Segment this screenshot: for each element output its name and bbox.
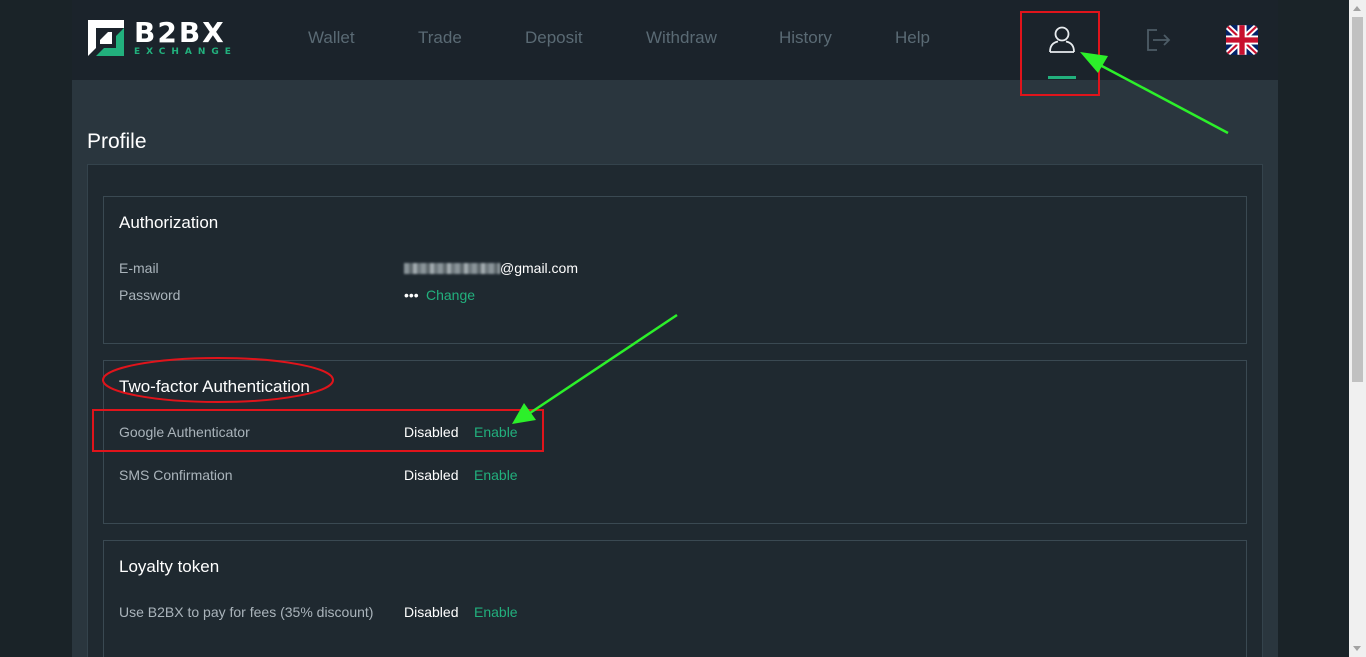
loyalty-fee-label: Use B2BX to pay for fees (35% discount) (119, 604, 374, 620)
scrollbar-thumb[interactable] (1352, 17, 1363, 382)
b2bx-logo-icon (88, 20, 124, 56)
email-domain: @gmail.com (500, 260, 579, 276)
nav-help[interactable]: Help (895, 28, 930, 48)
brand-name: B2BX (134, 16, 226, 49)
scroll-down-arrow-icon[interactable] (1353, 646, 1361, 651)
sms-confirmation-label: SMS Confirmation (119, 467, 233, 483)
nav-deposit[interactable]: Deposit (525, 28, 583, 48)
nav-withdraw[interactable]: Withdraw (646, 28, 717, 48)
brand-tagline: EXCHANGE (134, 47, 237, 57)
password-label: Password (119, 287, 181, 303)
redacted-email-blur (404, 263, 500, 274)
loyalty-title: Loyalty token (119, 557, 220, 576)
change-password-link[interactable]: Change (426, 287, 475, 303)
sms-confirmation-status: Disabled (404, 467, 459, 483)
nav-trade[interactable]: Trade (418, 28, 462, 48)
two-factor-title: Two-factor Authentication (119, 377, 310, 396)
brand-logo[interactable]: B2BX EXCHANGE (88, 16, 237, 57)
loyalty-fee-status: Disabled (404, 604, 459, 620)
loyalty-card: Loyalty token Use B2BX to pay for fees (… (103, 540, 1247, 657)
email-label: E-mail (119, 260, 159, 276)
vertical-scrollbar[interactable] (1349, 0, 1366, 657)
authorization-card: Authorization E-mail @gmail.com Password… (103, 196, 1247, 344)
scroll-up-arrow-icon[interactable] (1353, 6, 1361, 11)
nav-history[interactable]: History (779, 28, 832, 48)
logout-icon (1147, 29, 1171, 51)
loyalty-fee-enable-link[interactable]: Enable (474, 604, 518, 620)
authorization-title: Authorization (119, 213, 219, 232)
profile-highlight-box (1020, 11, 1100, 96)
page-container: B2BX EXCHANGE Wallet Trade Deposit Withd… (72, 0, 1278, 657)
password-mask: ••• (404, 287, 419, 303)
email-value: @gmail.com (404, 260, 578, 276)
nav-wallet[interactable]: Wallet (308, 28, 355, 48)
logout-button[interactable] (1136, 18, 1180, 62)
uk-flag-icon (1226, 25, 1258, 55)
google-authenticator-highlight-box (92, 409, 544, 452)
sms-confirmation-enable-link[interactable]: Enable (474, 467, 518, 483)
page-title: Profile (87, 130, 147, 153)
language-button[interactable] (1220, 18, 1264, 62)
